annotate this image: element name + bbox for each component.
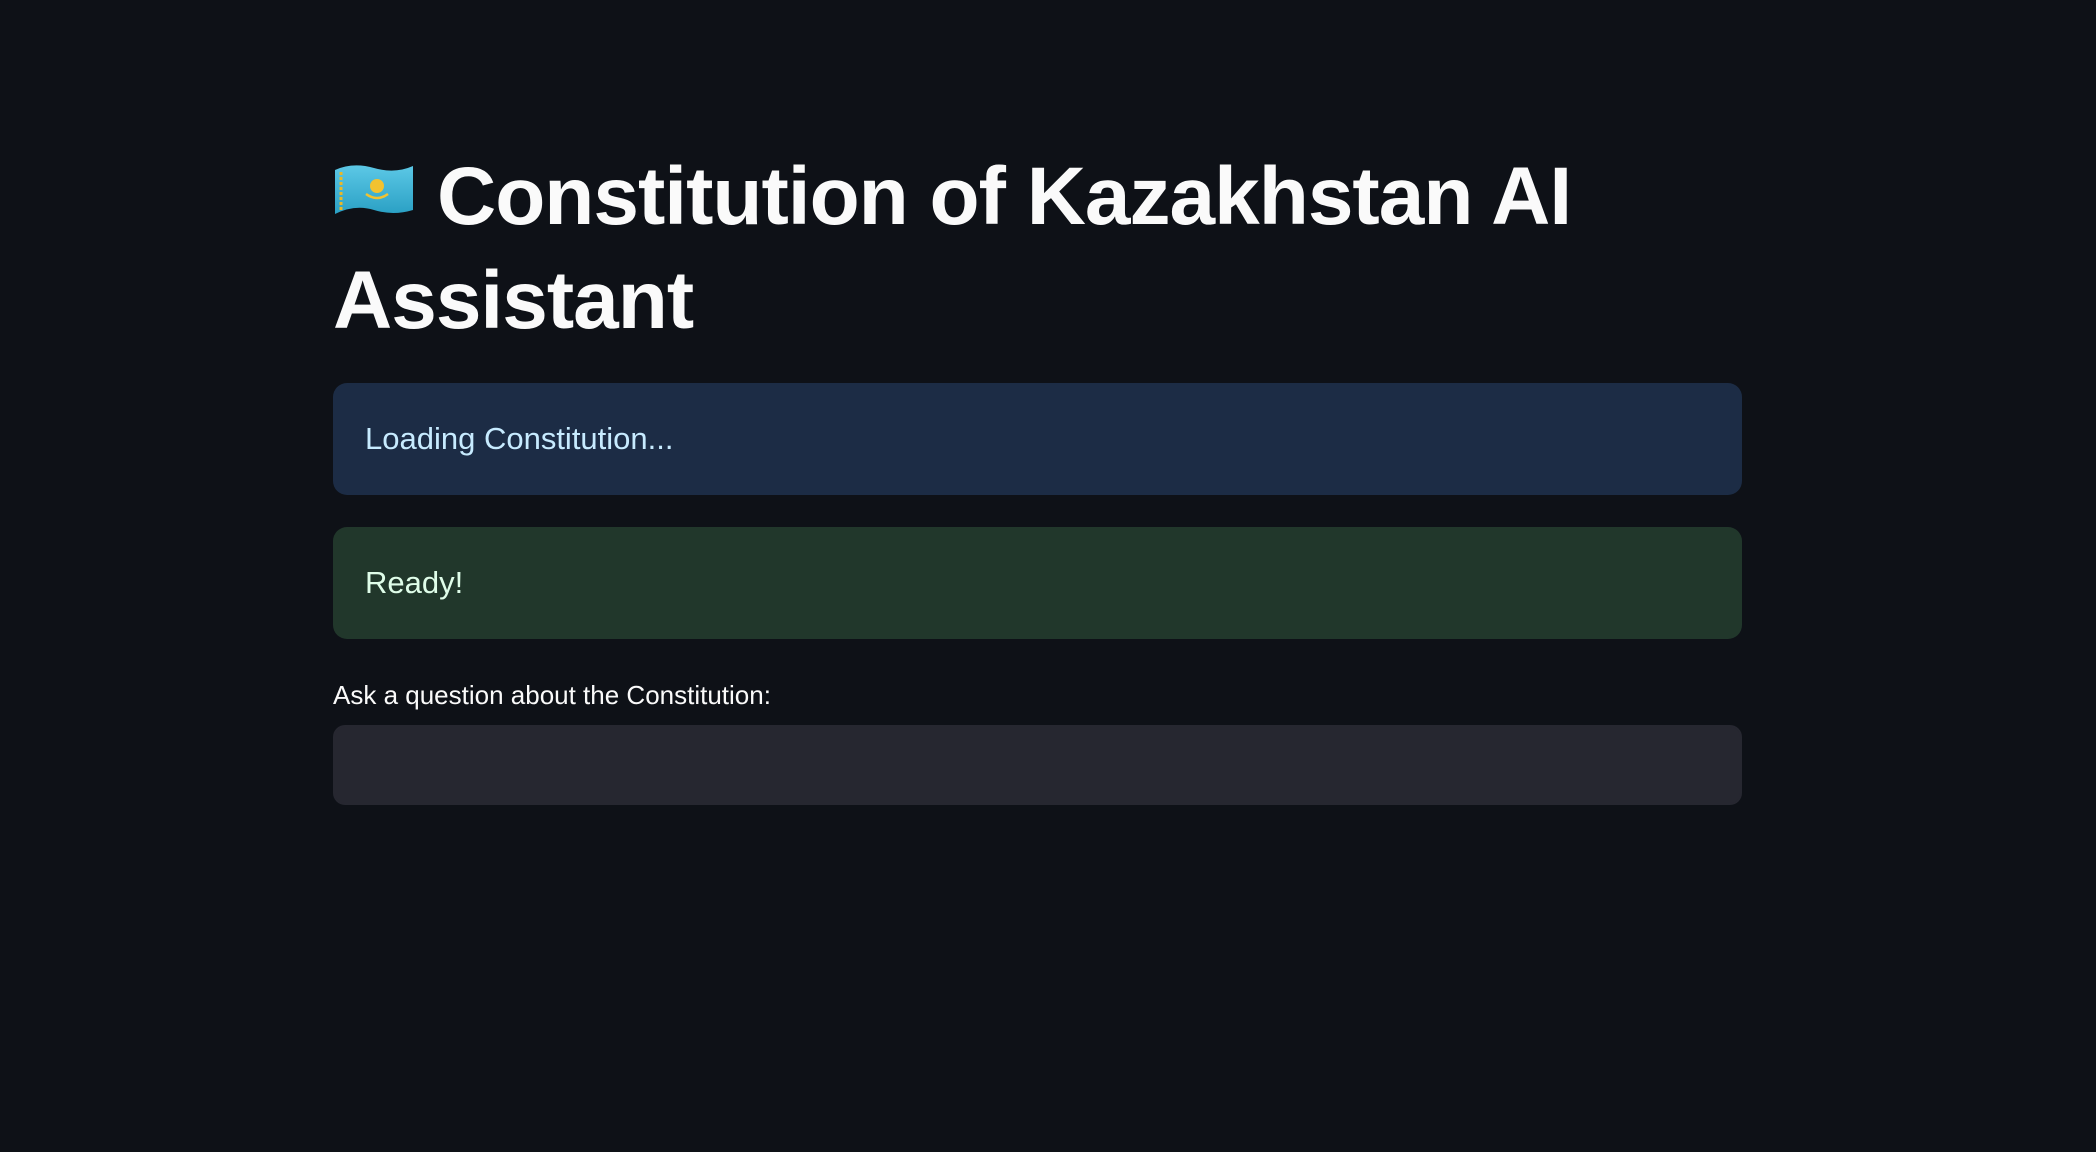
main-content: Constitution of Kazakhstan AI Assistant … xyxy=(333,145,1742,805)
loading-status-alert: Loading Constitution... xyxy=(333,383,1742,495)
loading-status-text: Loading Constitution... xyxy=(365,421,674,456)
app-root: Constitution of Kazakhstan AI Assistant … xyxy=(0,0,2096,1152)
page-title-text: Constitution of Kazakhstan AI Assistant xyxy=(333,151,1572,346)
question-label: Ask a question about the Constitution: xyxy=(333,680,771,710)
kazakhstan-flag-icon xyxy=(335,165,413,215)
question-input[interactable] xyxy=(333,725,1742,805)
page-title: Constitution of Kazakhstan AI Assistant xyxy=(333,145,1742,353)
ready-status-alert: Ready! xyxy=(333,527,1742,639)
ready-status-text: Ready! xyxy=(365,565,464,600)
